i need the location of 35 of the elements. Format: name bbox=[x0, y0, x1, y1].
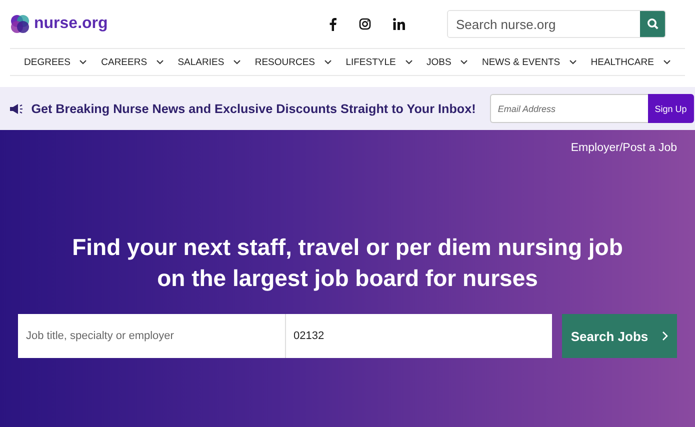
nav-item[interactable]: LIFESTYLE bbox=[346, 56, 413, 68]
chevron-down-icon bbox=[662, 59, 671, 65]
logo-icon bbox=[10, 14, 30, 34]
nav-item[interactable]: RESOURCES bbox=[254, 56, 332, 68]
search-icon bbox=[646, 18, 658, 30]
chevron-down-icon bbox=[156, 59, 164, 65]
chevron-down-icon bbox=[233, 59, 242, 65]
instagram-icon[interactable] bbox=[359, 18, 371, 30]
logo-text: nurse.org bbox=[34, 15, 108, 33]
chevron-right-icon bbox=[662, 331, 668, 341]
search-button[interactable] bbox=[640, 11, 665, 37]
chevron-down-icon bbox=[324, 59, 332, 65]
chevron-down-icon bbox=[79, 59, 88, 65]
nav-item[interactable]: NEWS & EVENTS bbox=[482, 56, 578, 68]
search-field[interactable]: Search nurse.org bbox=[447, 10, 666, 38]
nav-item[interactable]: HEALTHCARE bbox=[590, 56, 671, 68]
chevron-down-icon bbox=[404, 59, 413, 65]
nav-item[interactable]: SALARIES bbox=[178, 56, 242, 68]
linkedin-icon[interactable] bbox=[393, 18, 405, 30]
nav-item[interactable]: DEGREES bbox=[24, 56, 88, 68]
sign-up-button[interactable]: Sign Up bbox=[648, 94, 694, 123]
nav-item[interactable]: JOBS bbox=[426, 56, 468, 68]
employer-link[interactable]: Employer/Post a Job bbox=[570, 142, 677, 154]
banner-text: Get Breaking Nurse News and Exclusive Discounts Straight to Your Inbox! bbox=[31, 102, 476, 116]
facebook-icon[interactable] bbox=[329, 17, 337, 31]
search-jobs-button[interactable]: Search Jobs bbox=[562, 314, 677, 358]
email-field[interactable]: Email Address bbox=[490, 94, 648, 123]
location-field[interactable]: 02132 bbox=[284, 314, 552, 358]
chevron-down-icon bbox=[460, 59, 468, 65]
logo[interactable]: nurse.org bbox=[10, 14, 108, 34]
megaphone-icon bbox=[9, 102, 24, 114]
nav-item[interactable]: CAREERS bbox=[101, 56, 164, 68]
chevron-down-icon bbox=[569, 59, 578, 65]
job-search-field[interactable]: Job title, specialty or employer bbox=[18, 314, 284, 358]
hero-headline: Find your next staff, travel or per diem nursing job on the largest job board for nurses bbox=[71, 233, 624, 293]
